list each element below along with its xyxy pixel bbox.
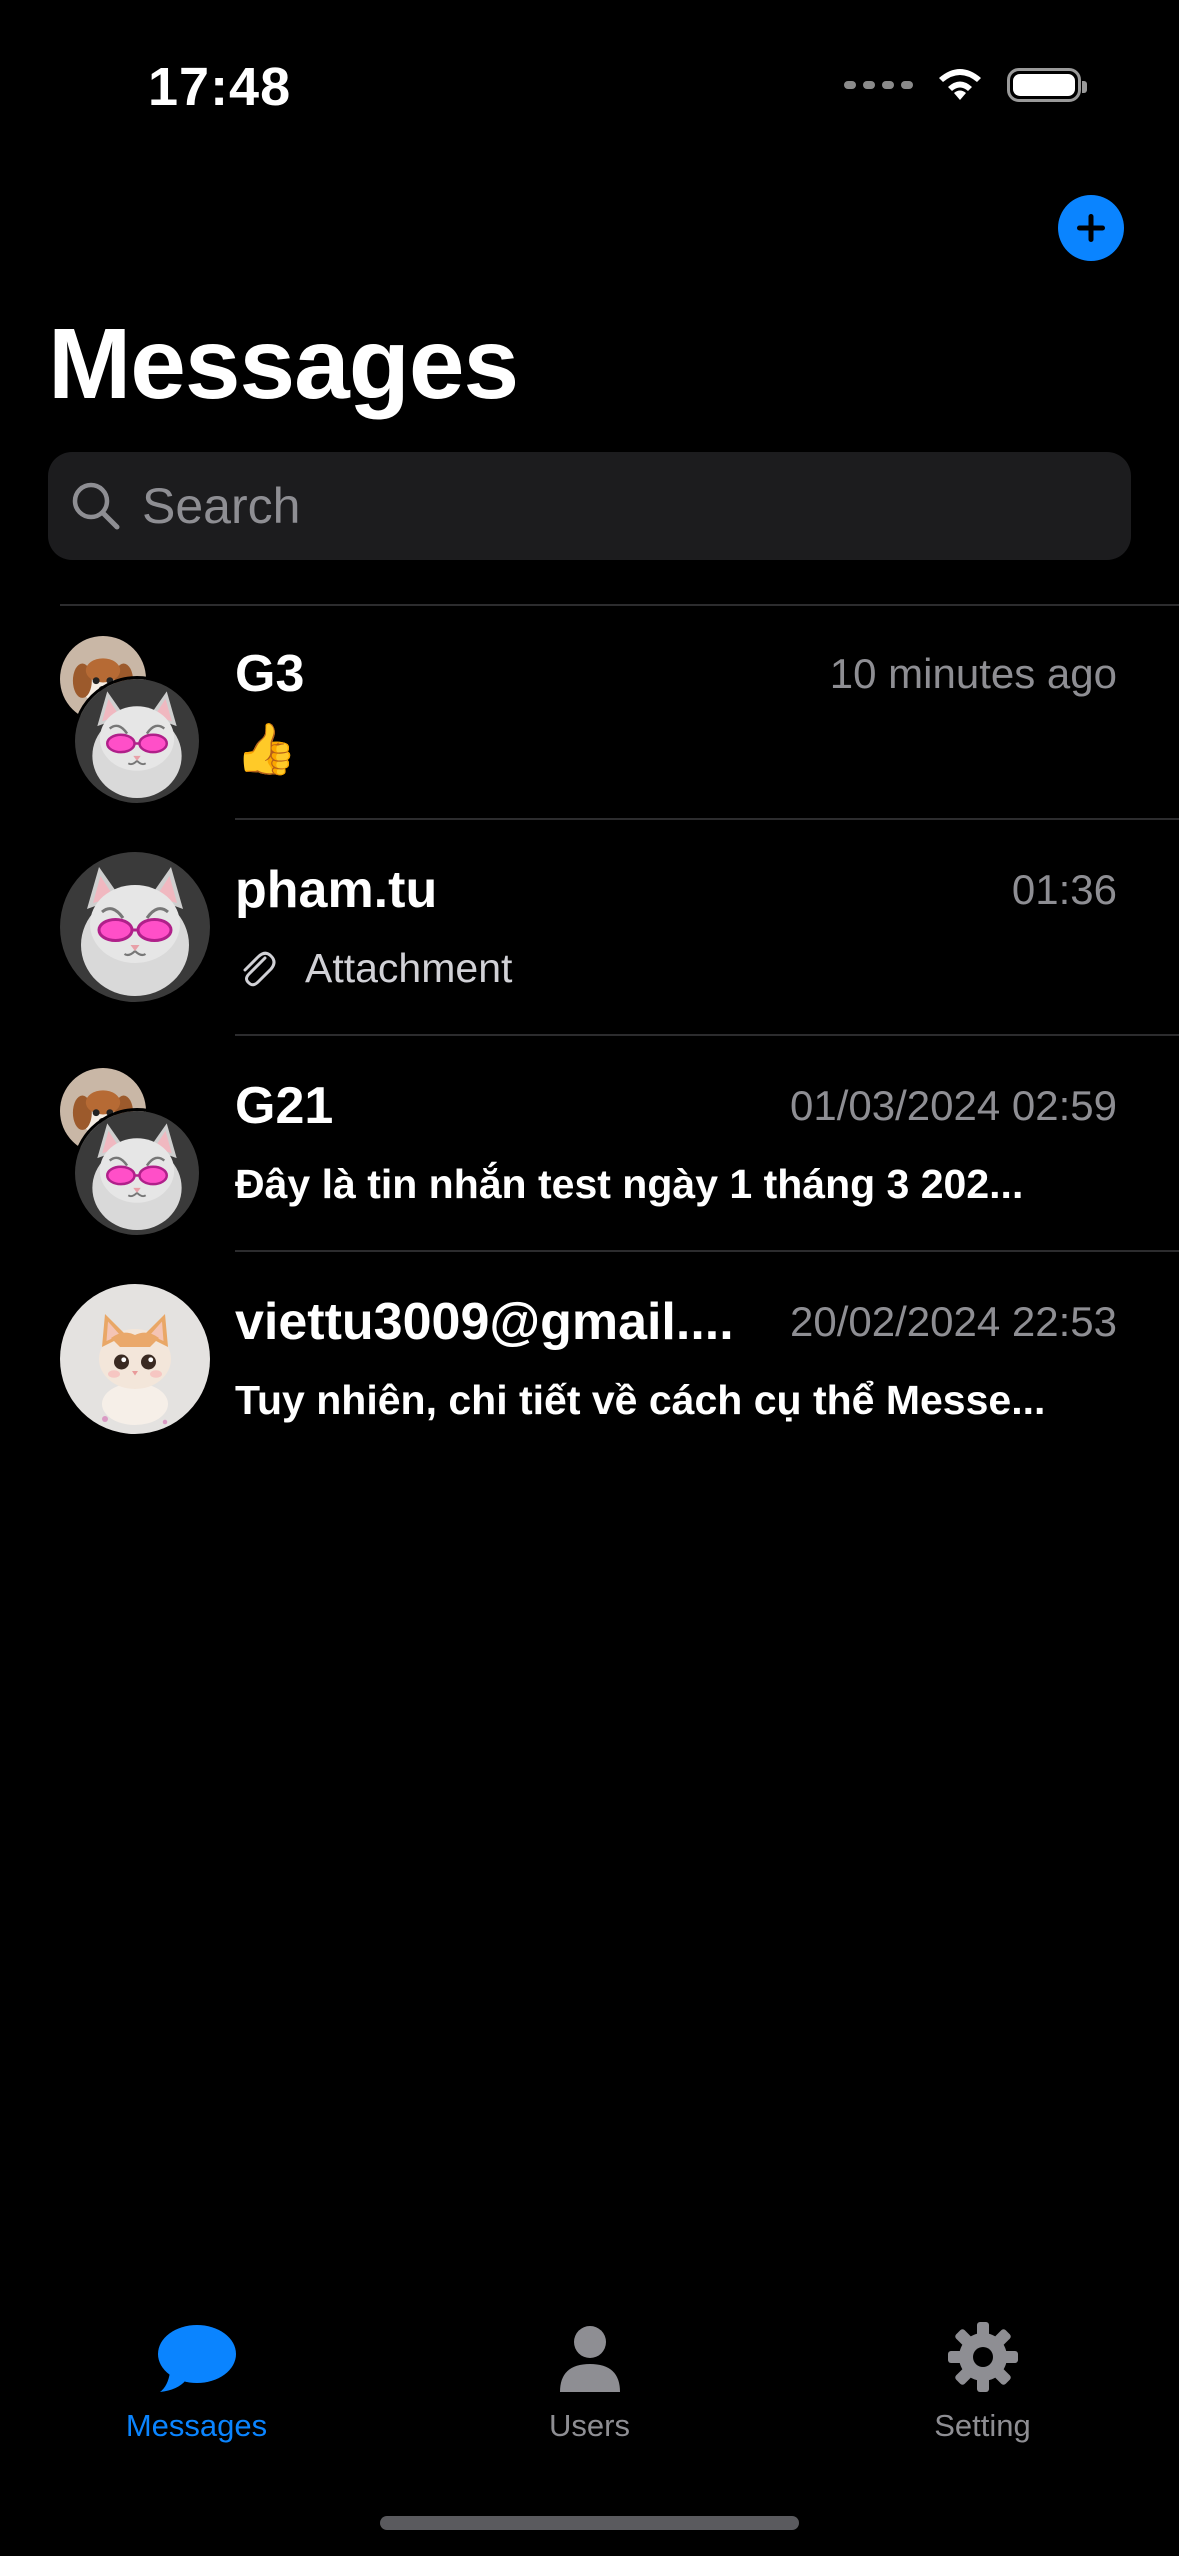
chat-bubble-icon: [157, 2325, 236, 2392]
chat-name: G3: [235, 645, 305, 703]
gear-icon: [947, 2322, 1018, 2392]
paperclip-icon: [243, 951, 276, 986]
new-message-button[interactable]: [1058, 195, 1124, 261]
cat-avatar: [60, 852, 210, 1002]
chat-name: G21: [235, 1077, 334, 1135]
search-icon: [72, 482, 120, 530]
chat-preview: Đây là tin nhắn test ngày 1 tháng 3 202.…: [235, 1161, 1024, 1207]
tab-bar: Messages Users Setting: [0, 2310, 1179, 2480]
search-bar[interactable]: [48, 452, 1131, 560]
cat-avatar: [72, 1108, 202, 1238]
tab-setting[interactable]: Setting: [786, 2310, 1179, 2480]
chat-row-g21[interactable]: G21 01/03/2024 02:59 Đây là tin nhắn tes…: [0, 1036, 1179, 1252]
tab-messages[interactable]: Messages: [0, 2310, 393, 2480]
kitten-avatar: [60, 1284, 210, 1434]
search-input[interactable]: [140, 476, 1044, 536]
chat-row-viettu[interactable]: viettu3009@gmail.... 20/02/2024 22:53 Tu…: [0, 1252, 1179, 1468]
plus-icon: [1077, 214, 1105, 242]
tab-label: Messages: [125, 2408, 268, 2443]
chat-name: pham.tu: [235, 861, 438, 919]
status-time: 17:48: [148, 57, 292, 117]
tab-users[interactable]: Users: [393, 2310, 786, 2480]
chat-preview: 👍: [235, 721, 298, 777]
chat-time: 10 minutes ago: [829, 650, 1117, 697]
group-avatar: [60, 636, 210, 806]
cellular-signal-icon: [844, 81, 913, 89]
chat-list: G3 10 minutes ago 👍 pham.tu 01:36 Attach…: [0, 604, 1179, 1468]
chat-time: 01:36: [1011, 866, 1117, 913]
chat-time: 20/02/2024 22:53: [790, 1298, 1117, 1345]
cat-avatar: [72, 676, 202, 806]
user-icon: [559, 2326, 620, 2392]
chat-preview: Attachment: [235, 945, 512, 992]
wifi-icon: [939, 69, 981, 100]
home-indicator: [380, 2516, 799, 2530]
chat-row-g3[interactable]: G3 10 minutes ago 👍: [0, 604, 1179, 820]
chat-name: viettu3009@gmail....: [235, 1293, 734, 1351]
status-icons: [844, 66, 1087, 104]
chat-preview-text: Attachment: [305, 945, 513, 991]
battery-icon: [1007, 68, 1087, 102]
chat-preview: Tuy nhiên, chi tiết về cách cụ thể Messe…: [235, 1377, 1046, 1423]
group-avatar: [60, 1068, 210, 1238]
tab-label: Users: [549, 2408, 630, 2443]
chat-row-pham-tu[interactable]: pham.tu 01:36 Attachment: [0, 820, 1179, 1036]
page-title: Messages: [48, 308, 519, 420]
tab-label: Setting: [934, 2408, 1031, 2443]
chat-time: 01/03/2024 02:59: [790, 1082, 1117, 1129]
